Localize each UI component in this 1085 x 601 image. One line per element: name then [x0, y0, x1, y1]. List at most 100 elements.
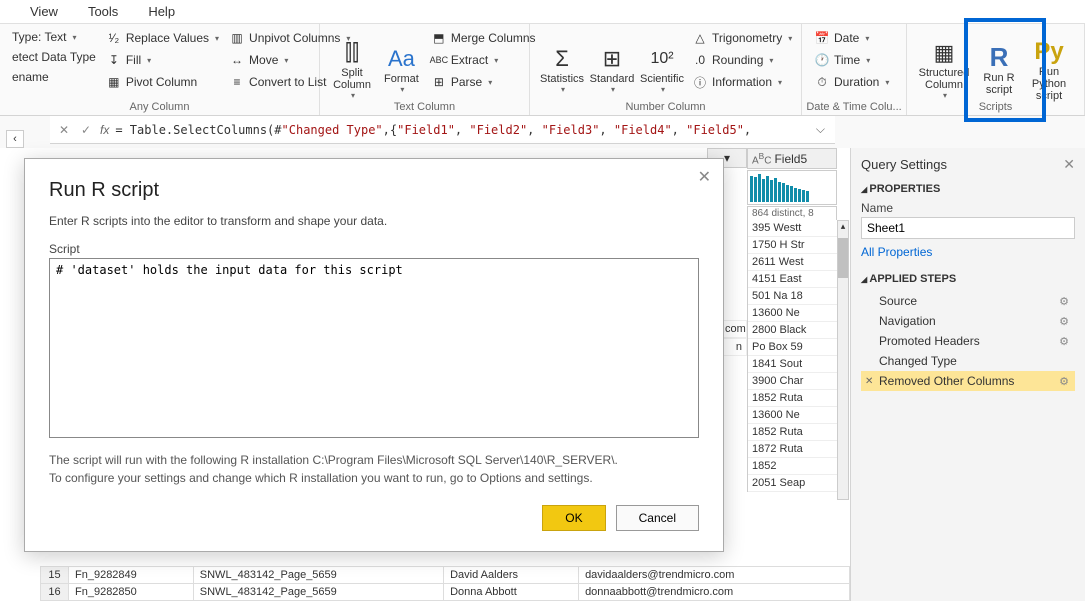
- data-cell[interactable]: 13600 Ne: [748, 407, 837, 424]
- menu-view[interactable]: View: [30, 4, 58, 19]
- data-cell[interactable]: 2800 Black: [748, 322, 837, 339]
- statistics-button[interactable]: ΣStatistics: [538, 28, 586, 111]
- formula-input[interactable]: = Table.SelectColumns(#"Changed Type",{"…: [115, 123, 806, 137]
- replace-values-button[interactable]: ¹⁄₂Replace Values: [102, 28, 223, 48]
- data-cell[interactable]: 1852 Ruta: [748, 424, 837, 441]
- formula-cancel-icon[interactable]: ✕: [56, 123, 72, 137]
- table-cell[interactable]: 16: [41, 584, 69, 601]
- data-cell[interactable]: 1750 H Str: [748, 237, 837, 254]
- table-cell[interactable]: David Aalders: [444, 567, 579, 584]
- table-cell[interactable]: donnaabbott@trendmicro.com: [579, 584, 850, 601]
- scientific-button[interactable]: 10²Scientific: [638, 28, 686, 111]
- script-textarea[interactable]: [49, 258, 699, 438]
- data-cell[interactable]: 1852 Ruta: [748, 390, 837, 407]
- step-settings-icon[interactable]: ⚙: [1059, 315, 1069, 328]
- table-row[interactable]: 16Fn_9282850SNWL_483142_Page_5659Donna A…: [41, 584, 850, 601]
- applied-step[interactable]: ✕Removed Other Columns⚙: [861, 371, 1075, 391]
- data-cell[interactable]: Po Box 59: [748, 339, 837, 356]
- table-cell[interactable]: SNWL_483142_Page_5659: [193, 567, 443, 584]
- data-cell[interactable]: 1852: [748, 458, 837, 475]
- table-cell[interactable]: Donna Abbott: [444, 584, 579, 601]
- close-settings-button[interactable]: ✕: [1063, 156, 1075, 173]
- rename-button[interactable]: ename: [8, 68, 100, 86]
- pivot-column-button[interactable]: ▦Pivot Column: [102, 72, 223, 92]
- data-cell[interactable]: 4151 East: [748, 271, 837, 288]
- data-type-dropdown[interactable]: Type: Text: [8, 28, 100, 46]
- trigonometry-button[interactable]: △Trigonometry: [688, 28, 796, 48]
- data-cell[interactable]: 1872 Ruta: [748, 441, 837, 458]
- run-r-script-button[interactable]: RRun R script: [975, 28, 1023, 111]
- fill-button[interactable]: ↧Fill: [102, 50, 223, 70]
- data-rows: 395 Westt1750 H Str2611 West4151 East501…: [747, 220, 837, 492]
- run-python-script-button[interactable]: PyRun Python script: [1025, 28, 1073, 111]
- format-button[interactable]: AaFormat: [378, 28, 425, 111]
- applied-step[interactable]: Changed Type: [861, 351, 1075, 371]
- applied-step[interactable]: Promoted Headers⚙: [861, 331, 1075, 351]
- data-cell[interactable]: 395 Westt: [748, 220, 837, 237]
- column-header-field5[interactable]: ABC Field5: [747, 148, 837, 169]
- fill-icon: ↧: [106, 52, 122, 68]
- applied-step[interactable]: Navigation⚙: [861, 311, 1075, 331]
- parse-button[interactable]: ⊞Parse: [427, 72, 540, 92]
- dialog-close-button[interactable]: ✕: [698, 167, 711, 187]
- properties-section[interactable]: PROPERTIES: [861, 183, 1075, 195]
- time-button[interactable]: 🕐Time: [810, 50, 893, 70]
- standard-button[interactable]: ⊞Standard: [588, 28, 636, 111]
- data-cell[interactable]: 501 Na 18: [748, 288, 837, 305]
- scrollbar-up-icon[interactable]: ▴: [838, 221, 848, 232]
- merge-columns-button[interactable]: ⬒Merge Columns: [427, 28, 540, 48]
- table-row[interactable]: 15Fn_9282849SNWL_483142_Page_5659David A…: [41, 567, 850, 584]
- unpivot-icon: ▥: [229, 30, 245, 46]
- data-cell[interactable]: 13600 Ne: [748, 305, 837, 322]
- dialog-info: The script will run with the following R…: [49, 451, 699, 487]
- extract-icon: ABC: [431, 52, 447, 68]
- dialog-title: Run R script: [49, 179, 699, 202]
- formula-commit-icon[interactable]: ✓: [78, 123, 94, 137]
- step-settings-icon[interactable]: ⚙: [1059, 335, 1069, 348]
- menu-tools[interactable]: Tools: [88, 4, 118, 19]
- sigma-icon: Σ: [546, 45, 578, 73]
- duration-button[interactable]: ⏱Duration: [810, 72, 893, 92]
- query-name-input[interactable]: [861, 217, 1075, 239]
- all-properties-link[interactable]: All Properties: [861, 245, 932, 259]
- nav-back-button[interactable]: ‹: [6, 130, 24, 148]
- scrollbar-thumb[interactable]: [838, 238, 848, 278]
- date-button[interactable]: 📅Date: [810, 28, 893, 48]
- split-column-button[interactable]: ⫿⫿Split Column: [328, 28, 376, 111]
- data-cell[interactable]: 3900 Char: [748, 373, 837, 390]
- r-icon: R: [983, 44, 1015, 72]
- formula-expand-button[interactable]: ⌵: [812, 122, 829, 137]
- step-settings-icon[interactable]: ⚙: [1059, 295, 1069, 308]
- bottom-table: 15Fn_9282849SNWL_483142_Page_5659David A…: [40, 566, 850, 601]
- vertical-scrollbar[interactable]: ▴: [837, 220, 849, 500]
- extract-button[interactable]: ABCExtract: [427, 50, 540, 70]
- step-settings-icon[interactable]: ⚙: [1059, 375, 1069, 388]
- data-cell[interactable]: 2051 Seap: [748, 475, 837, 492]
- dialog-subtitle: Enter R scripts into the editor to trans…: [49, 214, 699, 228]
- table-cell[interactable]: SNWL_483142_Page_5659: [193, 584, 443, 601]
- data-cell[interactable]: 2611 West: [748, 254, 837, 271]
- cancel-button[interactable]: Cancel: [616, 505, 699, 531]
- rounding-button[interactable]: .0Rounding: [688, 50, 796, 70]
- table-cell[interactable]: Fn_9282850: [69, 584, 194, 601]
- fx-icon[interactable]: fx: [100, 123, 109, 137]
- ok-button[interactable]: OK: [542, 505, 605, 531]
- parse-icon: ⊞: [431, 74, 447, 90]
- info-icon: ⓘ: [692, 74, 708, 90]
- table-cell[interactable]: Fn_9282849: [69, 567, 194, 584]
- delete-step-icon[interactable]: ✕: [865, 376, 873, 387]
- applied-steps-section[interactable]: APPLIED STEPS: [861, 273, 1075, 285]
- group-label-any-column: Any Column: [0, 101, 319, 113]
- table-cell[interactable]: davidaalders@trendmicro.com: [579, 567, 850, 584]
- structured-column-button[interactable]: ▦Structured Column: [915, 28, 973, 111]
- menu-help[interactable]: Help: [148, 4, 175, 19]
- run-r-script-dialog: ✕ Run R script Enter R scripts into the …: [24, 158, 724, 552]
- applied-step[interactable]: Source⚙: [861, 291, 1075, 311]
- information-button[interactable]: ⓘInformation: [688, 72, 796, 92]
- scientific-icon: 10²: [646, 45, 678, 73]
- table-cell[interactable]: 15: [41, 567, 69, 584]
- clock-icon: 🕐: [814, 52, 830, 68]
- detect-data-type-button[interactable]: etect Data Type: [8, 48, 100, 66]
- data-cell[interactable]: 1841 Sout: [748, 356, 837, 373]
- menu-bar: View Tools Help: [0, 0, 1085, 24]
